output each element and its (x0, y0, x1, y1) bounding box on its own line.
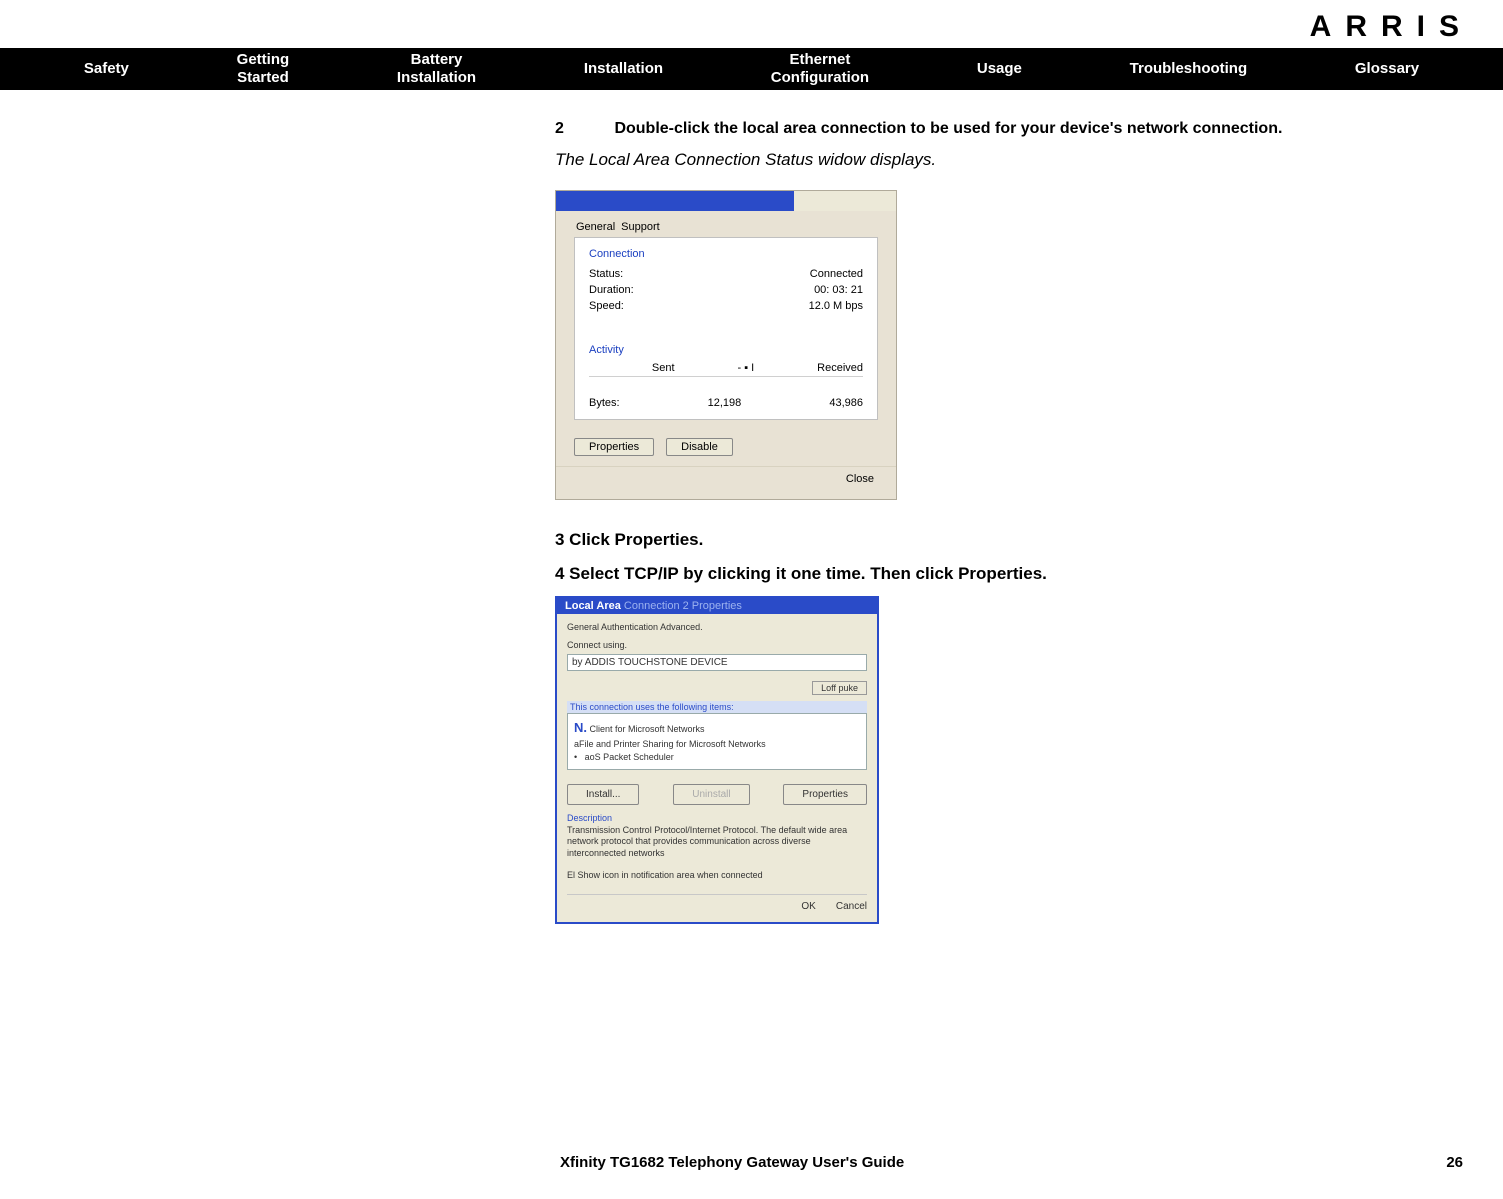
item3-text: aoS Packet Scheduler (585, 752, 674, 762)
ok-button[interactable]: OK (801, 901, 815, 912)
item3-bullet: • (574, 752, 577, 762)
bytes-label: Bytes: (589, 397, 620, 409)
nav-getting-started[interactable]: Getting Started (237, 51, 290, 87)
step-3: 3 Click Properties. (555, 530, 1483, 550)
item-properties-button[interactable]: Properties (783, 784, 867, 805)
install-button[interactable]: Install... (567, 784, 639, 805)
nav-safety[interactable]: Safety (84, 60, 129, 78)
status-value: Connected (810, 268, 863, 280)
title-part-b: Connection 2 Properties (624, 600, 742, 612)
item1-prefix: N. (574, 720, 587, 735)
bytes-received-value: 43,986 (829, 397, 863, 409)
nav-installation[interactable]: Installation (584, 60, 663, 78)
step-2-text: Double-click the local area connection t… (614, 120, 1282, 137)
lac-status-dialog: General Support Connection Status: Conne… (555, 190, 897, 500)
tab-general[interactable]: General (576, 221, 615, 233)
received-label: Received (817, 362, 863, 374)
duration-value: 00: 03: 21 (814, 284, 863, 296)
step-4: 4 Select TCP/IP by clicking it one time.… (555, 564, 1483, 584)
nav-troubleshooting[interactable]: Troubleshooting (1130, 60, 1248, 78)
status-window-note: The Local Area Connection Status widow d… (555, 150, 1483, 170)
connection-group-label: Connection (589, 248, 863, 260)
connect-using-label: Connect using. (567, 640, 867, 650)
items-list[interactable]: N. Client for Microsoft Networks aFile a… (567, 713, 867, 770)
nav-usage[interactable]: Usage (977, 60, 1022, 78)
configure-button[interactable]: Loff puke (812, 681, 867, 695)
description-label: Description (567, 813, 867, 823)
step-2: 2 Double-click the local area connection… (555, 120, 1483, 138)
lac-properties-dialog: Local Area Connection 2 Properties Gener… (555, 596, 879, 924)
nav-ethernet-configuration[interactable]: Ethernet Configuration (771, 51, 869, 87)
footer-title: Xfinity TG1682 Telephony Gateway User's … (560, 1154, 904, 1171)
show-icon-checkbox[interactable]: El Show icon in notification area when c… (567, 870, 867, 880)
top-nav: Safety Getting Started Battery Installat… (0, 48, 1503, 90)
properties-tabs[interactable]: General Authentication Advanced. (567, 622, 867, 632)
nav-glossary[interactable]: Glossary (1355, 60, 1419, 78)
activity-arrow-icon: - ▪ I (737, 362, 754, 374)
disable-button[interactable]: Disable (666, 438, 733, 456)
device-field[interactable]: by ADDIS TOUCHSTONE DEVICE (567, 654, 867, 671)
lac-properties-titlebar: Local Area Connection 2 Properties (557, 598, 877, 614)
items-header: This connection uses the following items… (567, 701, 867, 713)
lac-status-titlebar (556, 191, 896, 211)
item-qos-scheduler[interactable]: • aoS Packet Scheduler (574, 751, 860, 765)
tab-support[interactable]: Support (621, 221, 660, 233)
status-label: Status: (589, 268, 623, 280)
title-part-a: Local Area (565, 600, 624, 612)
item-client-ms-networks[interactable]: N. Client for Microsoft Networks (574, 718, 860, 738)
speed-value: 12.0 M bps (809, 300, 863, 312)
speed-label: Speed: (589, 300, 624, 312)
cancel-button[interactable]: Cancel (836, 901, 867, 912)
properties-button[interactable]: Properties (574, 438, 654, 456)
bytes-sent-value: 12,198 (708, 397, 742, 409)
footer-page-number: 26 (1446, 1154, 1463, 1171)
step-2-number: 2 (555, 120, 610, 138)
item-file-printer-sharing[interactable]: aFile and Printer Sharing for Microsoft … (574, 738, 860, 752)
sent-label: Sent (652, 362, 675, 374)
item1-text: Client for Microsoft Networks (587, 724, 705, 734)
uninstall-button: Uninstall (673, 784, 749, 805)
activity-group-label: Activity (589, 344, 863, 356)
description-text: Transmission Control Protocol/Internet P… (567, 825, 867, 860)
brand-logo: ARRIS (1310, 10, 1473, 44)
duration-label: Duration: (589, 284, 634, 296)
nav-battery-installation[interactable]: Battery Installation (397, 51, 476, 87)
close-button[interactable]: Close (846, 473, 874, 485)
